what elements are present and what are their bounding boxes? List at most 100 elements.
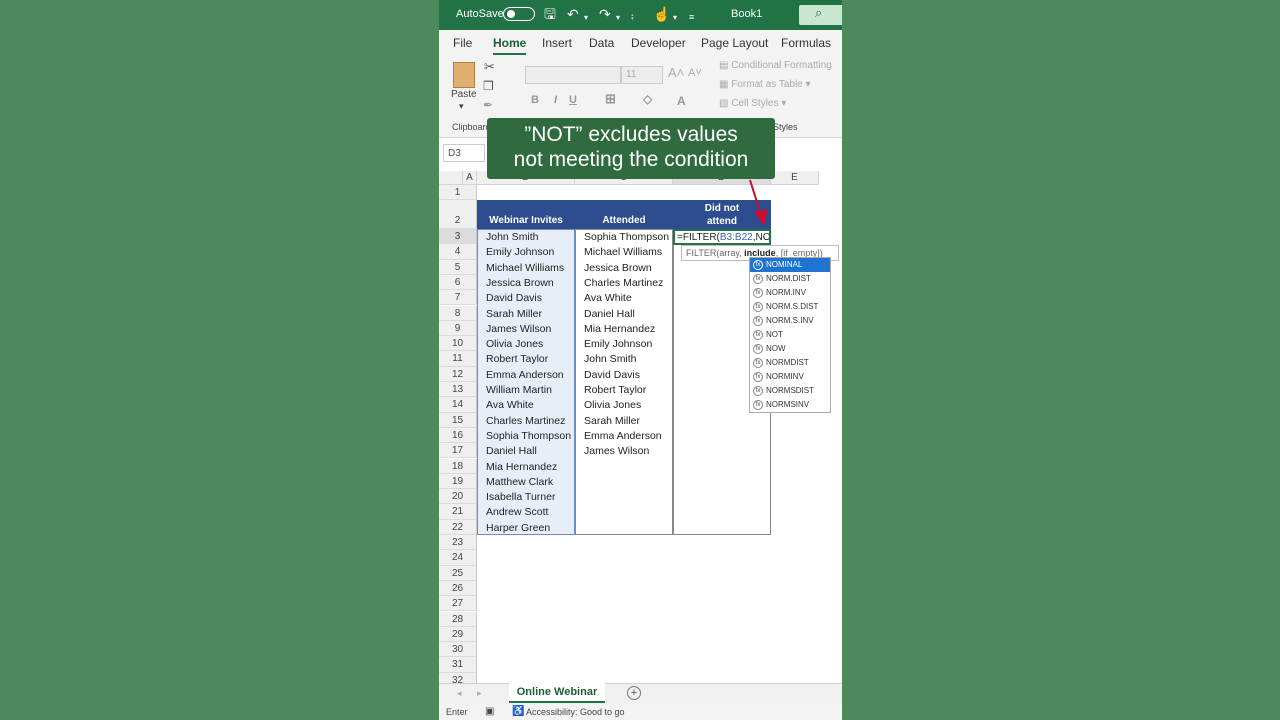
row-header-5[interactable]: 5 [439,259,477,275]
borders-icon[interactable]: ⊞ [605,91,616,107]
row-header-6[interactable]: 6 [439,274,477,291]
attended-name-cell[interactable]: James Wilson [584,445,649,457]
row-header-3[interactable]: 3 [439,229,477,245]
fill-color-icon[interactable]: ◇ [643,92,652,106]
name-box[interactable]: D3 [443,144,485,162]
invite-name-cell[interactable]: Sarah Miller [486,308,542,320]
row-header-21[interactable]: 21 [439,504,477,520]
row-header-29[interactable]: 29 [439,626,477,643]
format-painter-icon[interactable]: ✒ [483,98,493,112]
font-name-combo[interactable] [525,66,621,84]
invite-name-cell[interactable]: Ava White [486,399,534,411]
grow-font-icon[interactable]: A˄ [668,65,684,80]
attended-name-cell[interactable]: Charles Martinez [584,277,663,289]
autocomplete-item[interactable]: fx NORMSDIST [750,384,830,398]
tab-formulas[interactable]: Formulas [781,36,831,50]
touch-mode-icon[interactable]: ☝ [653,6,670,22]
row-header-15[interactable]: 15 [439,412,477,428]
invite-name-cell[interactable]: Andrew Scott [486,506,548,518]
autocomplete-item[interactable]: fx NORM.S.DIST [750,300,830,314]
copy-icon[interactable]: ❐ [483,79,494,93]
tab-insert[interactable]: Insert [542,36,572,50]
save-icon[interactable]: 🖫 [544,6,556,22]
autocomplete-item[interactable]: fx NOMINAL [750,258,830,272]
autocomplete-item[interactable]: fx NORMSINV [750,398,830,412]
row-header-10[interactable]: 10 [439,336,477,352]
row-header-26[interactable]: 26 [439,580,477,597]
invite-name-cell[interactable]: Emily Johnson [486,246,554,258]
autosave-toggle[interactable] [503,7,535,21]
tab-home[interactable]: Home [493,36,527,55]
invite-name-cell[interactable]: William Martin [486,384,552,396]
row-header-25[interactable]: 25 [439,565,477,581]
attended-name-cell[interactable]: Olivia Jones [584,399,641,411]
paste-icon[interactable] [453,62,475,88]
touch-dropdown-icon[interactable]: ▾ [673,10,677,26]
attended-name-cell[interactable]: Michael Williams [584,246,662,258]
invite-name-cell[interactable]: Mia Hernandez [486,461,557,473]
invite-name-cell[interactable]: Charles Martinez [486,415,565,427]
bold-button[interactable]: B [531,94,539,106]
attended-name-cell[interactable]: John Smith [584,353,637,365]
row-header-20[interactable]: 20 [439,489,477,505]
accessibility-icon[interactable]: ♿ [512,706,524,717]
row-header-31[interactable]: 31 [439,657,477,673]
invite-name-cell[interactable]: Harper Green [486,522,550,534]
scroll-left-icon[interactable]: ◂ [457,688,462,699]
undo-dropdown-icon[interactable]: ▾ [584,10,588,26]
italic-button[interactable]: I [554,94,557,106]
shrink-font-icon[interactable]: A˅ [688,67,702,79]
invite-name-cell[interactable]: Sophia Thompson [486,430,571,442]
font-color-icon[interactable]: A [677,94,686,108]
cell-styles-button[interactable]: ▧ Cell Styles ▾ [719,98,786,109]
invite-name-cell[interactable]: Emma Anderson [486,369,564,381]
attended-name-cell[interactable]: David Davis [584,369,640,381]
undo-icon[interactable]: ↶ [567,6,579,22]
attended-name-cell[interactable]: Emily Johnson [584,338,652,350]
autocomplete-item[interactable]: fx NOW [750,342,830,356]
customize-qat-icon[interactable]: ≡ [689,9,694,25]
autocomplete-item[interactable]: fx NORMDIST [750,356,830,370]
paste-label[interactable]: Paste [451,89,477,100]
tab-page-layout[interactable]: Page Layout [701,36,768,50]
row-header-4[interactable]: 4 [439,244,477,260]
format-as-table-button[interactable]: ▦ Format as Table ▾ [719,79,811,90]
autocomplete-item[interactable]: fx NORM.S.INV [750,314,830,328]
attended-name-cell[interactable]: Ava White [584,292,632,304]
row-header-28[interactable]: 28 [439,611,477,627]
attended-name-cell[interactable]: Jessica Brown [584,262,652,274]
row-header-7[interactable]: 7 [439,290,477,306]
accessibility-status[interactable]: Accessibility: Good to go [526,707,625,717]
row-header-24[interactable]: 24 [439,550,477,566]
row-header-12[interactable]: 12 [439,366,477,382]
row-header-27[interactable]: 27 [439,596,477,612]
autocomplete-item[interactable]: fx NORM.DIST [750,272,830,286]
invite-name-cell[interactable]: Jessica Brown [486,277,554,289]
select-all-corner[interactable] [439,171,463,185]
attended-name-cell[interactable]: Sarah Miller [584,415,640,427]
invite-name-cell[interactable]: John Smith [486,231,539,243]
underline-button[interactable]: U [569,94,577,106]
redo-icon[interactable]: ↷ [599,6,611,22]
chart-icon[interactable]: ⨾ [631,6,634,22]
attended-name-cell[interactable]: Robert Taylor [584,384,646,396]
tab-file[interactable]: File [453,36,472,50]
row-header-19[interactable]: 19 [439,473,477,490]
row-header-9[interactable]: 9 [439,320,477,337]
row-header-23[interactable]: 23 [439,535,477,551]
row-header-11[interactable]: 11 [439,351,477,367]
attended-name-cell[interactable]: Daniel Hall [584,308,635,320]
row-header-18[interactable]: 18 [439,458,477,474]
active-cell-d3[interactable]: =FILTER(B3:B22,NO [673,229,771,245]
column-header-a[interactable]: A [463,171,477,185]
row-header-16[interactable]: 16 [439,427,477,444]
row-header-2[interactable]: 2 [439,200,477,229]
autocomplete-dropdown[interactable]: fx NOMINAL fx NORM.DIST fx NORM.INV fx NORM.S.D… [749,257,831,413]
tab-developer[interactable]: Developer [631,36,686,50]
scroll-right-icon[interactable]: ▸ [477,688,482,699]
sheet-tab-online-webinar[interactable]: Online Webinar [509,683,605,703]
row-header-22[interactable]: 22 [439,519,477,535]
row-header-14[interactable]: 14 [439,397,477,413]
autocomplete-item[interactable]: fx NORM.INV [750,286,830,300]
invite-name-cell[interactable]: Michael Williams [486,262,564,274]
